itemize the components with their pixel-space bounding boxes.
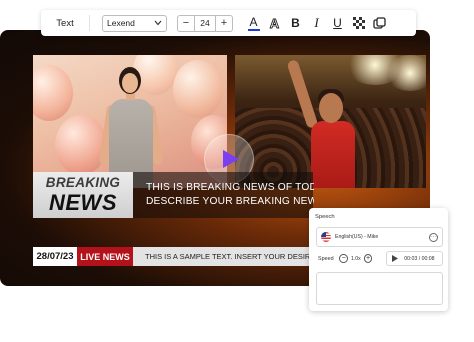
presenter-avatar bbox=[98, 65, 164, 188]
headline-line-2: DESCRIBE YOUR BREAKING NEWS IN bbox=[146, 196, 314, 207]
increase-font-size-button[interactable]: + bbox=[216, 16, 232, 31]
speech-panel-title: Speech bbox=[315, 214, 335, 220]
speed-row: Speed − 1.0x + 00:03 / 00:08 bbox=[316, 250, 443, 267]
date-label: 28/07/23 bbox=[33, 247, 77, 266]
balloon bbox=[33, 65, 73, 121]
play-icon bbox=[223, 150, 239, 168]
speed-increase-button[interactable]: + bbox=[363, 254, 373, 263]
crowd-video-panel[interactable] bbox=[235, 55, 426, 188]
audio-preview-player: 00:03 / 00:08 bbox=[386, 251, 443, 266]
play-icon[interactable] bbox=[392, 255, 399, 262]
voice-name: English(US) - Mike bbox=[335, 234, 379, 240]
voice-select[interactable]: English(US) - Mike ··· bbox=[316, 227, 443, 247]
speed-decrease-button[interactable]: − bbox=[339, 254, 348, 263]
checkerboard-icon bbox=[352, 17, 365, 29]
text-color-swatch bbox=[247, 28, 260, 31]
speed-label: Speed bbox=[318, 255, 334, 262]
text-color-icon[interactable]: A bbox=[243, 13, 264, 33]
divider bbox=[89, 15, 90, 31]
speech-text-input[interactable] bbox=[316, 272, 443, 305]
presenter-video-panel[interactable] bbox=[33, 55, 227, 188]
live-news-badge: LIVE NEWS bbox=[77, 247, 133, 266]
text-outline-icon[interactable]: A bbox=[264, 13, 285, 33]
font-size-stepper: − 24 + bbox=[177, 14, 233, 32]
balloon bbox=[55, 115, 107, 175]
layers-icon[interactable] bbox=[369, 13, 390, 33]
headline-text[interactable]: THIS IS BREAKING NEWS OF TODAY DESCRIBE … bbox=[146, 181, 314, 209]
text-color-glyph: A bbox=[249, 14, 258, 29]
toolbar-title: Text bbox=[56, 17, 74, 29]
text-toolbar: Text Lexend − 24 + A A B I U bbox=[41, 10, 416, 36]
us-flag-icon bbox=[321, 232, 331, 242]
font-family-value: Lexend bbox=[107, 18, 135, 28]
speed-value: 1.0x bbox=[350, 255, 361, 262]
news-ticker[interactable]: THIS IS A SAMPLE TEXT. INSERT YOUR DESIR… bbox=[133, 247, 313, 266]
chevron-down-icon bbox=[154, 20, 162, 26]
more-options-icon[interactable]: ··· bbox=[429, 232, 438, 242]
decrease-font-size-button[interactable]: − bbox=[178, 16, 194, 31]
layer-stack-icon bbox=[373, 16, 386, 29]
ticker-text: THIS IS A SAMPLE TEXT. INSERT YOUR DESIR… bbox=[145, 252, 313, 261]
logo-line-news: NEWS bbox=[49, 189, 117, 215]
underline-icon[interactable]: U bbox=[327, 13, 348, 33]
playback-time: 00:03 / 00:08 bbox=[404, 255, 435, 262]
headline-line-1: THIS IS BREAKING NEWS OF TODAY bbox=[146, 182, 314, 193]
bold-icon[interactable]: B bbox=[285, 13, 306, 33]
italic-icon[interactable]: I bbox=[306, 13, 327, 33]
balloon bbox=[173, 60, 223, 118]
speech-panel: Speech English(US) - Mike ··· Speed − 1.… bbox=[309, 208, 448, 311]
logo-line-breaking: BREAKING bbox=[45, 175, 121, 191]
stage-light bbox=[385, 55, 426, 91]
transparency-icon[interactable] bbox=[348, 13, 369, 33]
font-size-input[interactable]: 24 bbox=[194, 15, 216, 31]
breaking-news-logo: BREAKING NEWS bbox=[33, 172, 133, 218]
font-family-select[interactable]: Lexend bbox=[102, 14, 167, 32]
